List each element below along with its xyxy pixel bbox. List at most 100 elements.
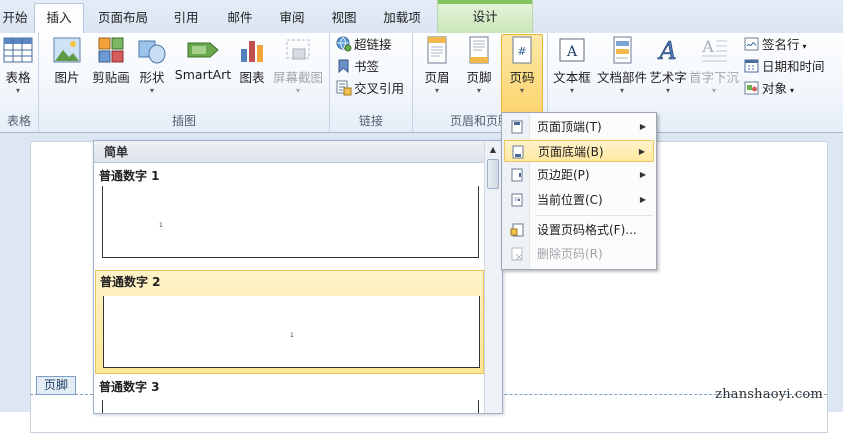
menu-item-label: 当前位置(C) <box>537 193 603 207</box>
menu-item-remove-page-numbers[interactable]: 删除页码(R) <box>504 243 654 265</box>
page-margin-icon <box>511 168 523 182</box>
chart-button[interactable]: 图表 <box>235 35 269 86</box>
hyperlink-button[interactable]: 超链接 <box>336 35 392 55</box>
table-icon <box>3 37 33 63</box>
page-number-gallery: 简单 普通数字 1 1 普通数字 2 1 普通数字 3 ▲ <box>93 140 503 414</box>
bookmark-button[interactable]: 书签 <box>336 57 379 77</box>
submenu-arrow-icon: ▶ <box>638 147 645 156</box>
scrollbar-thumb[interactable] <box>487 159 499 189</box>
gallery-item-plain-number-3[interactable]: 普通数字 3 <box>95 376 484 413</box>
header-button[interactable]: 页眉 ▾ <box>419 35 455 96</box>
gallery-category-header: 简单 <box>94 141 484 163</box>
quick-parts-label: 文档部件 <box>596 70 647 85</box>
screenshot-button[interactable]: 屏幕截图 ▾ <box>271 35 325 96</box>
svg-text:A: A <box>566 44 578 60</box>
wordart-button[interactable]: A 艺术字 ▾ <box>648 35 688 96</box>
group-links: 超链接 书签 交叉引用 链接 <box>330 33 413 132</box>
menu-item-label: 删除页码(R) <box>537 247 603 261</box>
drop-cap-icon: A <box>701 37 727 62</box>
gallery-item-title: 普通数字 3 <box>99 380 160 394</box>
chevron-down-icon: ▾ <box>519 86 524 95</box>
current-position-icon <box>511 193 523 207</box>
gallery-item-preview: 1 <box>103 296 480 368</box>
smartart-label: SmartArt <box>174 67 232 82</box>
quick-parts-button[interactable]: 文档部件 ▾ <box>596 35 648 96</box>
footer-icon <box>469 36 489 64</box>
page-number-menu: 页面顶端(T) ▶ 页面底端(B) ▶ 页边距(P) ▶ 当前位置(C) ▶ 设… <box>501 112 657 270</box>
table-label: 表格 <box>5 70 31 85</box>
menu-item-page-margins[interactable]: 页边距(P) ▶ <box>504 164 654 186</box>
picture-button[interactable]: 图片 <box>47 35 87 86</box>
chevron-down-icon: ▾ <box>434 86 439 95</box>
table-button[interactable]: 表格 ▾ <box>0 35 36 96</box>
object-icon <box>744 81 759 95</box>
tab-page-layout[interactable]: 页面布局 <box>90 4 156 32</box>
watermark: zhanshaoyi.com <box>715 387 823 402</box>
tab-review[interactable]: 审阅 <box>268 4 316 32</box>
scroll-up-arrow-icon[interactable]: ▲ <box>487 143 499 157</box>
preview-page-number: 1 <box>290 332 294 339</box>
tab-insert[interactable]: 插入 <box>34 3 84 35</box>
clipart-button[interactable]: 剪贴画 <box>89 35 133 86</box>
menu-item-label: 页面底端(B) <box>538 145 604 159</box>
menu-item-bottom-of-page[interactable]: 页面底端(B) ▶ <box>504 140 654 162</box>
page-number-button[interactable]: # 页码 ▾ <box>501 34 543 114</box>
tab-addins[interactable]: 加载项 <box>374 4 430 32</box>
ribbon-tab-strip: 开始 插入 页面布局 引用 邮件 审阅 视图 加载项 设计 <box>0 0 843 35</box>
date-time-label: 日期和时间 <box>762 59 825 74</box>
group-label-links: 链接 <box>358 114 383 128</box>
calendar-icon <box>744 59 759 73</box>
footer-button[interactable]: 页脚 ▾ <box>461 35 497 96</box>
chevron-down-icon: ▾ <box>476 86 481 95</box>
format-page-number-icon <box>510 223 524 237</box>
clipart-label: 剪贴画 <box>92 70 130 85</box>
gallery-scrollbar[interactable]: ▲ <box>484 141 502 413</box>
submenu-arrow-icon: ▶ <box>639 195 646 204</box>
group-illustrations: 图片 剪贴画 形状 ▾ SmartArt 图表 屏幕截图 ▾ 插图 <box>39 33 330 132</box>
tab-view[interactable]: 视图 <box>320 4 368 32</box>
page-number-icon: # <box>512 36 532 64</box>
group-label-tables: 表格 <box>6 114 31 128</box>
ribbon: 表格 ▾ 表格 图片 剪贴画 形状 ▾ SmartArt 图表 屏幕截图 ▾ 插… <box>0 33 843 133</box>
submenu-arrow-icon: ▶ <box>639 122 646 131</box>
drop-cap-label: 首字下沉 <box>688 70 739 85</box>
signature-line-button[interactable]: 签名行 ▾ <box>744 35 807 55</box>
cross-reference-label: 交叉引用 <box>354 81 405 96</box>
page-number-label: 页码 <box>509 70 535 85</box>
remove-page-number-icon <box>511 247 523 261</box>
tab-home[interactable]: 开始 <box>0 4 30 32</box>
wordart-icon: A <box>657 37 677 65</box>
picture-icon <box>53 37 81 63</box>
gallery-item-plain-number-1[interactable]: 普通数字 1 1 <box>95 165 484 265</box>
textbox-button[interactable]: A 文本框 ▾ <box>550 35 594 96</box>
signature-line-label: 签名行 <box>762 37 800 52</box>
bookmark-label: 书签 <box>354 59 380 74</box>
header-label: 页眉 <box>424 70 450 85</box>
menu-item-format-page-numbers[interactable]: 设置页码格式(F)... <box>504 219 654 241</box>
shapes-button[interactable]: 形状 ▾ <box>135 35 169 96</box>
picture-label: 图片 <box>54 70 80 85</box>
tab-design[interactable]: 设计 <box>437 0 533 33</box>
bookmark-icon <box>338 59 349 74</box>
screenshot-label: 屏幕截图 <box>272 70 323 85</box>
svg-text:A: A <box>701 37 714 56</box>
menu-separator <box>535 215 653 216</box>
chevron-down-icon: ▾ <box>790 86 795 95</box>
smartart-button[interactable]: SmartArt <box>173 35 233 82</box>
gallery-item-plain-number-2[interactable]: 普通数字 2 1 <box>95 270 484 374</box>
menu-item-label: 设置页码格式(F)... <box>537 223 637 237</box>
object-button[interactable]: 对象 ▾ <box>744 79 794 99</box>
shapes-label: 形状 <box>139 70 165 85</box>
drop-cap-button[interactable]: A 首字下沉 ▾ <box>688 35 740 96</box>
preview-page-number: 1 <box>159 222 163 229</box>
footer-label: 页脚 <box>466 70 492 85</box>
tab-mailings[interactable]: 邮件 <box>216 4 264 32</box>
tab-references[interactable]: 引用 <box>162 4 210 32</box>
chevron-down-icon: ▾ <box>619 86 624 95</box>
svg-text:#: # <box>517 45 526 58</box>
cross-reference-button[interactable]: 交叉引用 <box>336 79 404 99</box>
menu-item-top-of-page[interactable]: 页面顶端(T) ▶ <box>504 116 654 138</box>
date-time-button[interactable]: 日期和时间 <box>744 57 825 77</box>
textbox-icon: A <box>559 38 585 62</box>
menu-item-current-position[interactable]: 当前位置(C) ▶ <box>504 189 654 211</box>
